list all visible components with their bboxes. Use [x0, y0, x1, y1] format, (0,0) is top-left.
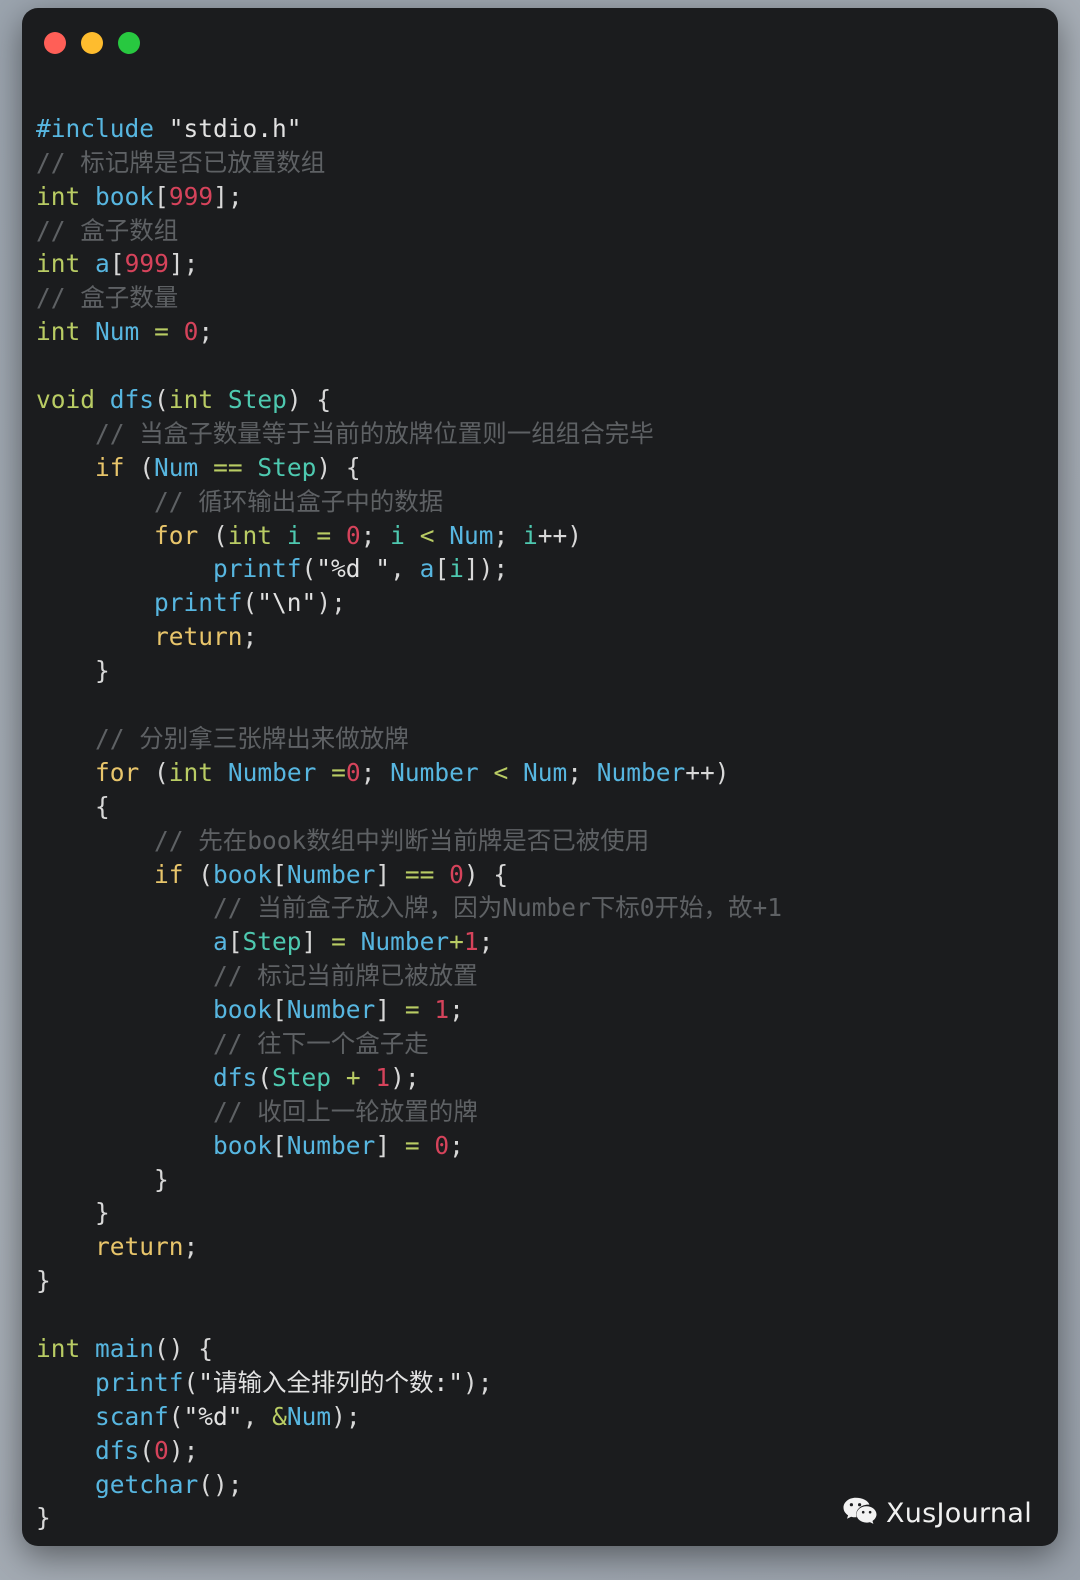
code-line: // 当盒子数量等于当前的放牌位置则一组组合完毕: [95, 418, 654, 448]
code-line: }: [36, 1198, 110, 1228]
code-line: int book[999];: [36, 181, 243, 211]
code-line: printf("请输入全排列的个数:");: [95, 1367, 493, 1397]
code-line: // 盒子数组: [36, 215, 179, 245]
minimize-button[interactable]: [81, 32, 103, 54]
code-line: }: [36, 1164, 169, 1194]
code-line: if (Num == Step) {: [95, 452, 361, 482]
code-line: // 往下一个盒子走: [213, 1028, 429, 1058]
watermark-label: XusJournal: [885, 1498, 1032, 1529]
code-line: void dfs(int Step) {: [36, 385, 332, 415]
code-line: // 循环输出盒子中的数据: [154, 486, 444, 516]
code-line: // 收回上一轮放置的牌: [213, 1096, 478, 1126]
code-line: int a[999];: [36, 249, 199, 279]
code-line: // 当前盒子放入牌，因为Number下标0开始，故+1: [213, 893, 783, 923]
code-line: // 标记牌是否已放置数组: [36, 147, 326, 177]
code-line: #include "stdio.h": [36, 113, 302, 143]
maximize-button[interactable]: [118, 32, 140, 54]
code-window: #include "stdio.h" // 标记牌是否已放置数组 int book[…: [22, 8, 1058, 1546]
code-line: book[Number] = 1;: [213, 995, 464, 1025]
code-block[interactable]: #include "stdio.h" // 标记牌是否已放置数组 int book[…: [22, 78, 1058, 1546]
code-line: // 标记当前牌已被放置: [213, 961, 478, 991]
code-line: if (book[Number] == 0) {: [154, 859, 509, 889]
code-line: }: [36, 1266, 51, 1296]
code-line: for (int Number =0; Number < Num; Number…: [95, 757, 730, 787]
code-line: printf("%d ", a[i]);: [213, 554, 509, 584]
wechat-icon: [843, 1497, 877, 1530]
code-line: return;: [95, 1232, 199, 1262]
code-line: // 盒子数量: [36, 283, 179, 313]
window-titlebar: [22, 8, 1058, 78]
code-line: return;: [154, 622, 258, 652]
code-line: a[Step] = Number+1;: [213, 927, 494, 957]
code-line: dfs(Step + 1);: [213, 1062, 420, 1092]
code-line: int Num = 0;: [36, 317, 214, 347]
code-line: dfs(0);: [95, 1435, 199, 1465]
code-line: {: [36, 791, 110, 821]
watermark: XusJournal: [843, 1497, 1032, 1530]
close-button[interactable]: [44, 32, 66, 54]
code-line: scanf("%d", &Num);: [95, 1401, 361, 1431]
code-line: book[Number] = 0;: [213, 1130, 464, 1160]
code-line: }: [36, 656, 110, 686]
code-line: // 先在book数组中判断当前牌是否已被使用: [154, 825, 650, 855]
code-line: printf("\n");: [154, 588, 346, 618]
code-line: for (int i = 0; i < Num; i++): [154, 520, 583, 550]
code-line: int main() {: [36, 1333, 214, 1363]
code-line: // 分别拿三张牌出来做放牌: [95, 723, 409, 753]
